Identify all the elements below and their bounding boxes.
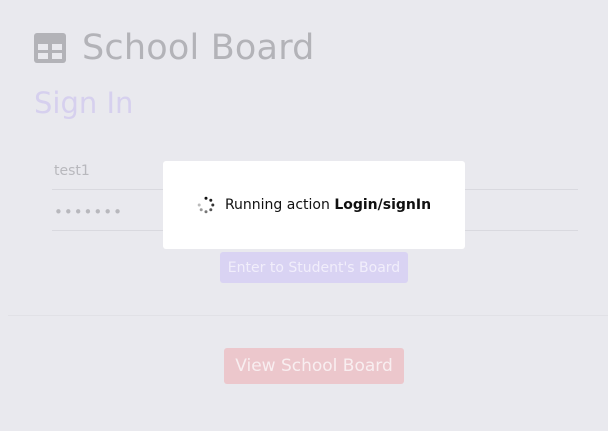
signin-title: Sign In bbox=[34, 86, 134, 120]
loading-prefix: Running action bbox=[224, 197, 335, 213]
spinner-icon bbox=[197, 196, 215, 214]
enter-student-board-button[interactable]: Enter to Student's Board bbox=[220, 252, 408, 283]
section-divider bbox=[8, 315, 608, 316]
app-title: School Board bbox=[82, 28, 315, 68]
username-value: test1 bbox=[54, 162, 90, 179]
loading-action-name: Login/signIn bbox=[334, 197, 432, 213]
loading-message: Running action Login/signIn bbox=[225, 197, 431, 213]
table-icon bbox=[34, 33, 66, 63]
app-header: School Board bbox=[34, 28, 315, 68]
loading-modal: Running action Login/signIn bbox=[163, 161, 465, 249]
view-school-board-button[interactable]: View School Board bbox=[224, 348, 404, 384]
password-value: ••••••• bbox=[54, 202, 123, 221]
